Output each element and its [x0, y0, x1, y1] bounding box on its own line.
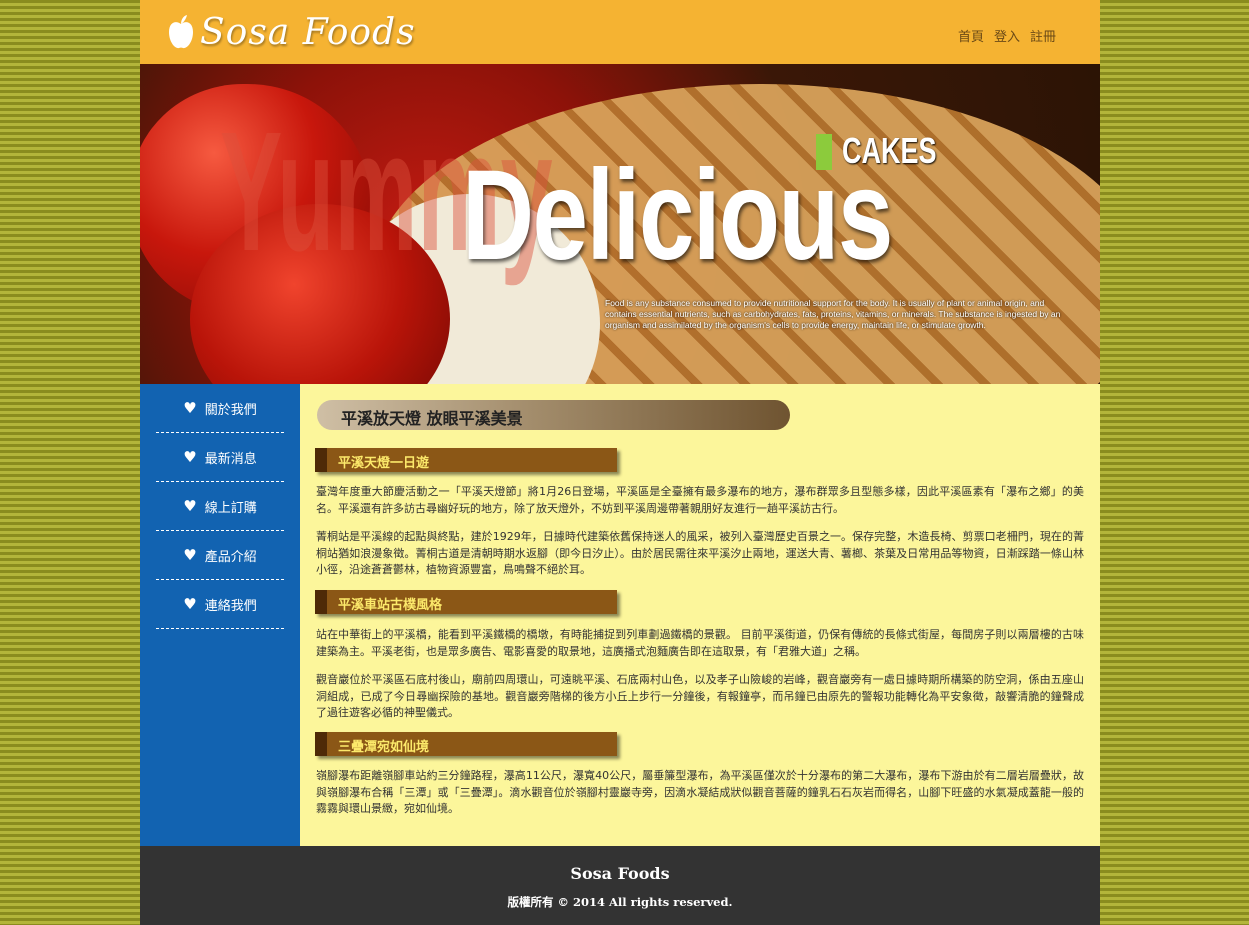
sidebar-item-news[interactable]: ♥ 最新消息: [156, 433, 284, 482]
section-heading-accent: [315, 732, 327, 756]
sidebar-item-label: 連絡我們: [204, 598, 257, 614]
section-heading: 平溪車站古樸風格: [315, 590, 617, 614]
footer-title: Sosa Foods: [570, 864, 670, 883]
nav-login-link[interactable]: 登入: [994, 26, 1020, 45]
section-heading-accent: [315, 448, 327, 472]
paragraph: 站在中華街上的平溪橋，能看到平溪鐵橋的橋墩，有時能捕捉到列車劃過鐵橋的景觀。 目…: [316, 628, 1084, 658]
section-heading: 平溪天燈一日遊: [315, 448, 617, 472]
section-heading-text: 平溪天燈一日遊: [338, 456, 430, 471]
sidebar-item-label: 產品介紹: [204, 549, 257, 565]
page-container: Sosa Foods 首頁 登入 註冊 Yummy CAKES Deliciou…: [140, 0, 1100, 925]
heart-icon: ♥: [183, 448, 197, 466]
page-title-banner: 平溪放天燈 放眼平溪美景: [317, 400, 790, 430]
sidebar-item-label: 關於我們: [204, 402, 257, 418]
sidebar: ♥ 關於我們 ♥ 最新消息 ♥ 線上訂購 ♥ 產品介紹 ♥ 連絡我們: [140, 384, 300, 846]
hero-banner: Yummy CAKES Delicious Food is any substa…: [140, 64, 1100, 384]
apple-icon: [169, 15, 193, 49]
heart-icon: ♥: [183, 399, 197, 417]
logo[interactable]: Sosa Foods: [168, 10, 416, 54]
sidebar-item-label: 線上訂購: [204, 500, 257, 516]
section-heading-accent: [315, 590, 327, 614]
header: Sosa Foods 首頁 登入 註冊: [140, 0, 1100, 64]
heart-icon: ♥: [183, 497, 197, 515]
banner-description: Food is any substance consumed to provid…: [605, 298, 1061, 330]
section-heading-text: 三疊潭宛如仙境: [338, 740, 430, 755]
sidebar-item-label: 最新消息: [204, 451, 257, 467]
sidebar-item-order[interactable]: ♥ 線上訂購: [156, 482, 284, 531]
section-heading-text: 平溪車站古樸風格: [338, 598, 443, 613]
paragraph: 菁桐站是平溪線的起點與終點，建於1929年，日據時代建築依舊保持迷人的風采，被列…: [316, 530, 1084, 576]
sidebar-item-about[interactable]: ♥ 關於我們: [156, 384, 284, 433]
nav-home-link[interactable]: 首頁: [958, 26, 984, 45]
logo-text: Sosa Foods: [200, 11, 416, 53]
paragraph: 嶺腳瀑布距離嶺腳車站約三分鐘路程，瀑高11公尺，瀑寬40公尺，屬垂簾型瀑布，為平…: [316, 769, 1084, 815]
heart-icon: ♥: [183, 546, 197, 564]
sidebar-item-products[interactable]: ♥ 產品介紹: [156, 531, 284, 580]
footer-copyright: 版權所有 © 2014 All rights reserved.: [507, 895, 733, 909]
sidebar-item-contact[interactable]: ♥ 連絡我們: [156, 580, 284, 629]
banner-headline: Delicious: [462, 144, 893, 287]
page-title: 平溪放天燈 放眼平溪美景: [341, 409, 523, 428]
footer: Sosa Foods 版權所有 © 2014 All rights reserv…: [140, 846, 1100, 925]
paragraph: 觀音巖位於平溪區石底村後山，廟前四周環山，可遠眺平溪、石底兩村山色，以及孝子山險…: [316, 673, 1084, 719]
main-content: 平溪放天燈 放眼平溪美景 平溪天燈一日遊 臺灣年度重大節慶活動之一「平溪天燈節」…: [300, 384, 1100, 846]
top-nav: 首頁 登入 註冊: [958, 26, 1056, 45]
heart-icon: ♥: [183, 595, 197, 613]
section-heading: 三疊潭宛如仙境: [315, 732, 617, 756]
nav-register-link[interactable]: 註冊: [1030, 26, 1056, 45]
paragraph: 臺灣年度重大節慶活動之一「平溪天燈節」將1月26日登場，平溪區是全臺擁有最多瀑布…: [316, 485, 1084, 515]
